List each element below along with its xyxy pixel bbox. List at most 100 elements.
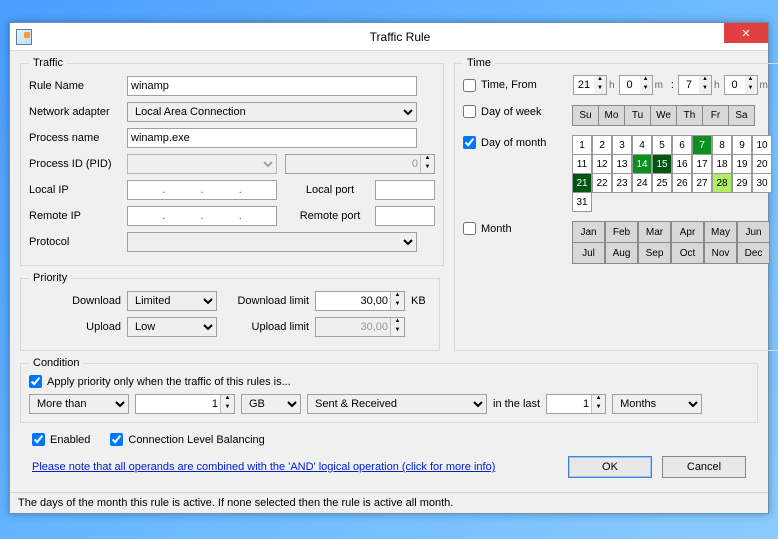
month-feb[interactable]: Feb [605, 221, 638, 243]
dom-11[interactable]: 11 [572, 154, 592, 174]
dom-19[interactable]: 19 [732, 154, 752, 174]
to-hour[interactable]: ▲▼ [678, 75, 712, 95]
rule-name-input[interactable] [127, 76, 417, 96]
cond-dir-select[interactable]: Sent & Received [307, 394, 487, 414]
cond-value-spinner[interactable]: ▲▼ [135, 394, 235, 414]
dom-16[interactable]: 16 [672, 154, 692, 174]
dow-mo[interactable]: Mo [598, 105, 625, 126]
remote-ip-input[interactable]: ... [127, 206, 277, 226]
cond-op-select[interactable]: More than [29, 394, 129, 414]
pid-value[interactable] [286, 155, 420, 173]
time-from-check[interactable] [463, 79, 476, 92]
condition-legend: Condition [29, 357, 83, 369]
dl-limit-input[interactable] [316, 292, 390, 310]
priority-group: Priority Download Limited Download limit… [20, 272, 440, 351]
dom-28[interactable]: 28 [712, 173, 732, 193]
month-apr[interactable]: Apr [671, 221, 704, 243]
dom-15[interactable]: 15 [652, 154, 672, 174]
local-port-input[interactable] [375, 180, 435, 200]
month-nov[interactable]: Nov [704, 242, 737, 264]
dom-4[interactable]: 4 [632, 135, 652, 155]
dom-22[interactable]: 22 [592, 173, 612, 193]
month-jan[interactable]: Jan [572, 221, 605, 243]
dow-sa[interactable]: Sa [728, 105, 755, 126]
month-dec[interactable]: Dec [737, 242, 770, 264]
pid-down[interactable]: ▼ [421, 164, 434, 173]
enabled-label: Enabled [50, 434, 90, 446]
dom-10[interactable]: 10 [752, 135, 772, 155]
dom-18[interactable]: 18 [712, 154, 732, 174]
dom-2[interactable]: 2 [592, 135, 612, 155]
ok-button[interactable]: OK [568, 456, 652, 478]
cond-period-n[interactable] [547, 395, 591, 413]
upload-select[interactable]: Low [127, 317, 217, 337]
remote-port-input[interactable] [375, 206, 435, 226]
protocol-select[interactable] [127, 232, 417, 252]
dom-12[interactable]: 12 [592, 154, 612, 174]
dom-26[interactable]: 26 [672, 173, 692, 193]
adapter-select[interactable]: Local Area Connection [127, 102, 417, 122]
to-min[interactable]: ▲▼ [724, 75, 758, 95]
from-hour[interactable]: ▲▼ [573, 75, 607, 95]
dom-9[interactable]: 9 [732, 135, 752, 155]
dl-limit-spinner[interactable]: ▲▼ [315, 291, 405, 311]
cond-value-input[interactable] [136, 395, 220, 413]
from-min[interactable]: ▲▼ [619, 75, 653, 95]
pid-up[interactable]: ▲ [421, 155, 434, 164]
month-oct[interactable]: Oct [671, 242, 704, 264]
upload-label: Upload [29, 321, 127, 333]
dom-7[interactable]: 7 [692, 135, 712, 155]
dow-tu[interactable]: Tu [624, 105, 651, 126]
note-link[interactable]: Please note that all operands are combin… [32, 461, 495, 473]
dom-25[interactable]: 25 [652, 173, 672, 193]
dom-6[interactable]: 6 [672, 135, 692, 155]
dow-we[interactable]: We [650, 105, 677, 126]
month-aug[interactable]: Aug [605, 242, 638, 264]
dom-30[interactable]: 30 [752, 173, 772, 193]
dom-29[interactable]: 29 [732, 173, 752, 193]
cond-period-select[interactable]: Months [612, 394, 702, 414]
dow-buttons: SuMoTuWeThFrSa [573, 105, 755, 126]
dom-24[interactable]: 24 [632, 173, 652, 193]
dom-3[interactable]: 3 [612, 135, 632, 155]
apply-check[interactable] [29, 375, 42, 388]
clb-check[interactable] [110, 433, 123, 446]
dom-14[interactable]: 14 [632, 154, 652, 174]
dom-20[interactable]: 20 [752, 154, 772, 174]
dom-5[interactable]: 5 [652, 135, 672, 155]
dom-1[interactable]: 1 [572, 135, 592, 155]
window-title: Traffic Rule [32, 30, 768, 44]
close-button[interactable]: ✕ [724, 23, 768, 43]
dom-23[interactable]: 23 [612, 173, 632, 193]
cancel-button[interactable]: Cancel [662, 456, 746, 478]
download-select[interactable]: Limited [127, 291, 217, 311]
dow-su[interactable]: Su [572, 105, 599, 126]
cond-period-spinner[interactable]: ▲▼ [546, 394, 606, 414]
dl-limit-label: Download limit [225, 295, 315, 307]
dow-check[interactable] [463, 105, 476, 118]
dow-fr[interactable]: Fr [702, 105, 729, 126]
titlebar: Traffic Rule ✕ [10, 23, 768, 51]
local-ip-label: Local IP [29, 184, 127, 196]
month-mar[interactable]: Mar [638, 221, 671, 243]
enabled-check[interactable] [32, 433, 45, 446]
month-may[interactable]: May [704, 221, 737, 243]
dom-17[interactable]: 17 [692, 154, 712, 174]
dom-check[interactable] [463, 136, 476, 149]
dom-8[interactable]: 8 [712, 135, 732, 155]
dow-th[interactable]: Th [676, 105, 703, 126]
month-sep[interactable]: Sep [638, 242, 671, 264]
dom-21[interactable]: 21 [572, 173, 592, 193]
pid-spinner[interactable]: ▲▼ [285, 154, 435, 174]
process-name-input[interactable] [127, 128, 417, 148]
local-ip-input[interactable]: ... [127, 180, 277, 200]
month-check[interactable] [463, 222, 476, 235]
month-jun[interactable]: Jun [737, 221, 770, 243]
pid-select[interactable] [127, 154, 277, 174]
dom-31[interactable]: 31 [572, 192, 592, 212]
dom-13[interactable]: 13 [612, 154, 632, 174]
cond-unit-select[interactable]: GB [241, 394, 301, 414]
dom-27[interactable]: 27 [692, 173, 712, 193]
time-group: Time Time, From ▲▼ h ▲▼ m : ▲▼ h ▲▼ m Da… [454, 57, 778, 351]
month-jul[interactable]: Jul [572, 242, 605, 264]
